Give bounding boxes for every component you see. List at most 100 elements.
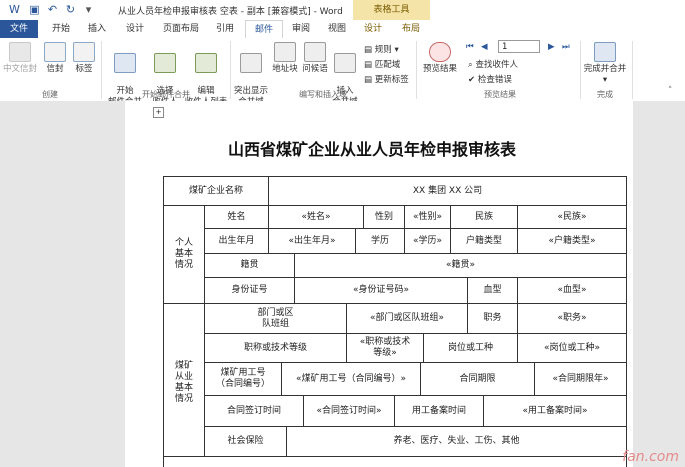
position-label: 职务 (467, 303, 518, 334)
find-recipient-button[interactable]: ⌕ 查找收件人 (468, 58, 518, 70)
update-labels-icon: ▤ (364, 75, 375, 85)
save-icon[interactable]: ▣ (28, 3, 41, 16)
group-separator (580, 41, 581, 99)
update-labels-button[interactable]: ▤ 更新标签 (364, 73, 409, 85)
previous-record-button[interactable]: ◀ (481, 42, 488, 52)
section-mining-info: 煤矿 从业 基本 情况 (163, 303, 205, 463)
envelope-icon (44, 42, 66, 62)
tab-table-design[interactable]: 设计 (356, 20, 390, 38)
check-icon: ✔ (468, 75, 478, 85)
group-write-insert-label: 编写和插入域 (299, 90, 347, 99)
company-label: 煤矿企业名称 (163, 176, 269, 206)
hukou-label: 户籍类型 (450, 228, 518, 254)
redo-icon[interactable]: ↻ (64, 3, 77, 16)
group-finish-label: 完成 (597, 90, 613, 99)
title-level-label: 职称或技术等级 (204, 333, 347, 363)
social-insurance-field[interactable]: 养老、医疗、失业、工伤、其他 (286, 426, 627, 457)
match-fields-icon: ▤ (364, 60, 375, 70)
social-insurance-label: 社会保险 (204, 426, 287, 457)
collapse-ribbon-icon[interactable]: ˄ (668, 86, 672, 96)
preview-icon (429, 42, 451, 62)
post-field[interactable]: «岗位或工种» (517, 333, 627, 363)
employee-number-field[interactable]: «煤矿用工号（合同编号）» (281, 362, 421, 396)
filing-time-field[interactable]: «用工备案时间» (483, 395, 627, 427)
address-block-icon (274, 42, 296, 62)
recipients-icon (154, 53, 176, 73)
contract-term-field[interactable]: «合同期限年» (534, 362, 627, 396)
gender-field[interactable]: «性别» (404, 205, 451, 229)
envelope-cn-icon (9, 42, 31, 62)
document-title: 山西省煤矿企业从业人员年检申报审核表 (228, 140, 517, 159)
tab-page-layout[interactable]: 页面布局 (158, 20, 204, 38)
check-errors-button[interactable]: ✔ 检查错误 (468, 73, 512, 85)
record-number-input[interactable]: 1 (498, 40, 540, 53)
gender-label: 性别 (363, 205, 405, 229)
group-separator (416, 41, 417, 99)
greeting-line-button[interactable]: 问候语 (300, 42, 330, 75)
contract-term-label: 合同期限 (420, 362, 535, 396)
table-move-handle-icon[interactable]: + (153, 107, 164, 118)
ethnicity-label: 民族 (450, 205, 518, 229)
labels-button[interactable]: 标签 (71, 42, 97, 75)
table-row-partial (163, 456, 627, 467)
first-record-button[interactable]: ⏮ (466, 42, 474, 52)
department-label: 部门或区 队班组 (204, 303, 347, 334)
hukou-field[interactable]: «户籍类型» (517, 228, 627, 254)
watermark: fan.com (622, 449, 679, 465)
tab-home[interactable]: 开始 (44, 20, 78, 38)
name-field[interactable]: «姓名» (268, 205, 364, 229)
position-field[interactable]: «职务» (517, 303, 627, 334)
education-field[interactable]: «学历» (404, 228, 451, 254)
tab-design[interactable]: 设计 (118, 20, 152, 38)
insert-field-icon (334, 53, 356, 73)
match-fields-button[interactable]: ▤ 匹配域 (364, 58, 400, 70)
company-value[interactable]: XX 集团 XX 公司 (268, 176, 627, 206)
last-record-button[interactable]: ⏭ (562, 42, 570, 52)
group-preview-label: 预览结果 (484, 90, 516, 99)
id-number-field[interactable]: «身份证号码» (294, 277, 468, 304)
blood-type-field[interactable]: «血型» (517, 277, 627, 304)
contract-sign-label: 合同签订时间 (204, 395, 304, 427)
rules-button[interactable]: ▤ 规则 ▾ (364, 43, 399, 55)
mail-merge-icon (114, 53, 136, 73)
tab-review[interactable]: 审阅 (284, 20, 318, 38)
department-field[interactable]: «部门或区队班组» (346, 303, 468, 334)
birth-field[interactable]: «出生年月» (268, 228, 356, 254)
contract-sign-field[interactable]: «合同签订时间» (303, 395, 395, 427)
greeting-icon (304, 42, 326, 62)
preview-results-button[interactable]: 预览结果 (420, 42, 460, 75)
native-place-label: 籍贯 (204, 253, 295, 278)
edit-list-icon (195, 53, 217, 73)
id-number-label: 身份证号 (204, 277, 295, 304)
finish-merge-button[interactable]: 完成并合并 ▾ (582, 42, 628, 86)
rules-icon: ▤ (364, 45, 375, 55)
label-icon (73, 42, 95, 62)
blood-type-label: 血型 (467, 277, 518, 304)
title-bar: W ▣ ↶ ↻ ▾ 从业人员年检申报审核表 空表 - 副本 [兼容模式] - W… (0, 0, 685, 20)
tab-insert[interactable]: 插入 (80, 20, 114, 38)
tab-file[interactable]: 文件 (0, 20, 38, 38)
next-record-button[interactable]: ▶ (548, 42, 555, 52)
name-label: 姓名 (204, 205, 269, 229)
undo-icon[interactable]: ↶ (46, 3, 59, 16)
native-place-field[interactable]: «籍贯» (294, 253, 627, 278)
tab-mailings[interactable]: 邮件 (245, 20, 283, 40)
birth-label: 出生年月 (204, 228, 269, 254)
group-separator (101, 41, 102, 99)
title-level-field[interactable]: «职称或技术 等级» (346, 333, 424, 363)
address-block-button[interactable]: 地址块 (270, 42, 300, 75)
employee-number-label: 煤矿用工号 （合同编号） (204, 362, 282, 396)
highlight-icon (240, 53, 262, 73)
group-separator (230, 41, 231, 99)
ribbon: 中文信封 信封 标签 创建 开始 邮件合并 选择 收件人 编辑 收件人列表 开始… (0, 38, 685, 107)
customize-toolbar-icon[interactable]: ▾ (82, 3, 95, 16)
tab-table-layout[interactable]: 布局 (394, 20, 428, 38)
tab-references[interactable]: 引用 (208, 20, 242, 38)
filing-time-label: 用工备案时间 (394, 395, 484, 427)
tab-view[interactable]: 视图 (320, 20, 354, 38)
envelope-button[interactable]: 信封 (42, 42, 68, 75)
post-label: 岗位或工种 (423, 333, 518, 363)
ethnicity-field[interactable]: «民族» (517, 205, 627, 229)
group-create-label: 创建 (42, 90, 58, 99)
chinese-envelope-button[interactable]: 中文信封 (2, 42, 38, 75)
